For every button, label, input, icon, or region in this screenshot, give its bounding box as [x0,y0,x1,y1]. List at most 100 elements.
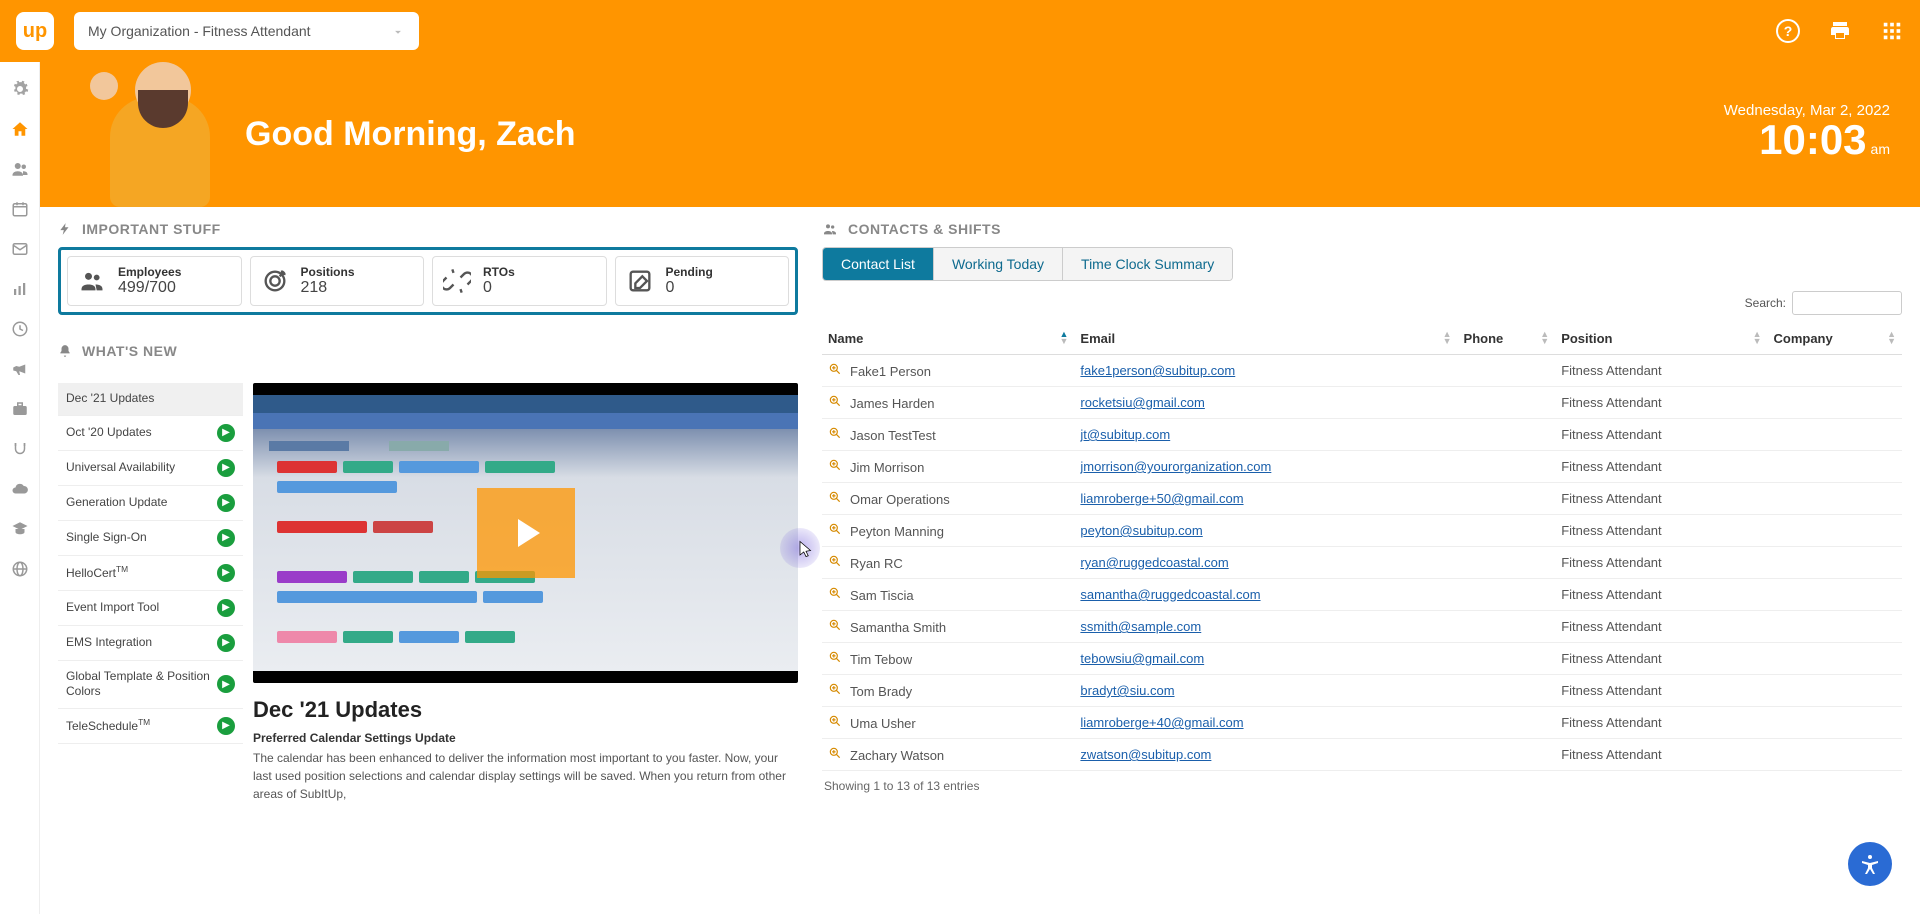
contacts-tabs: Contact List Working Today Time Clock Su… [822,247,1233,281]
magnify-icon[interactable] [828,522,842,536]
whats-new-item[interactable]: HelloCertTM▶ [58,556,243,591]
globe-icon[interactable] [11,560,29,578]
table-row: Samantha Smithssmith@sample.comFitness A… [822,611,1902,643]
col-company[interactable]: Company▲▼ [1767,323,1902,355]
edit-icon [626,267,654,295]
magnify-icon[interactable] [828,490,842,504]
whats-new-item[interactable]: EMS Integration▶ [58,626,243,661]
video-thumbnail[interactable] [253,383,798,683]
whats-new-item[interactable]: Single Sign-On ▶ [58,521,243,556]
cloud-icon[interactable] [11,480,29,498]
cell-email-link[interactable]: liamroberge+50@gmail.com [1080,491,1243,506]
magnify-icon[interactable] [828,682,842,696]
whats-new-item-label: Single Sign-On [66,530,147,546]
go-icon: ▶ [217,529,235,547]
cell-email-link[interactable]: ssmith@sample.com [1080,619,1201,634]
cell-position: Fitness Attendant [1555,419,1767,451]
col-name[interactable]: Name▲▼ [822,323,1074,355]
tab-contact-list[interactable]: Contact List [823,248,934,280]
magnify-icon[interactable] [828,746,842,760]
cell-email-link[interactable]: tebowsiu@gmail.com [1080,651,1204,666]
cell-email-link[interactable]: liamroberge+40@gmail.com [1080,715,1243,730]
whats-new-item[interactable]: Dec '21 Updates [58,383,243,416]
cell-company [1767,419,1902,451]
stat-pending[interactable]: Pending0 [615,256,790,306]
stat-rtos[interactable]: RTOs0 [432,256,607,306]
cell-position: Fitness Attendant [1555,643,1767,675]
whats-new-item-label: Generation Update [66,495,167,511]
svg-text:?: ? [1784,23,1793,39]
bell-icon [58,344,72,358]
magnify-icon[interactable] [828,618,842,632]
tab-time-clock[interactable]: Time Clock Summary [1063,248,1232,280]
cell-company [1767,451,1902,483]
magnify-icon[interactable] [828,394,842,408]
table-row: Fake1 Person fake1person@subitup.com Fitne… [822,355,1902,387]
print-icon[interactable] [1828,19,1852,43]
whats-new-item[interactable]: Event Import Tool▶ [58,591,243,626]
cell-email-link[interactable]: ryan@ruggedcoastal.com [1080,555,1228,570]
table-row: Jason TestTestjt@subitup.comFitness Atte… [822,419,1902,451]
table-row: Sam Tisciasamantha@ruggedcoastal.comFitn… [822,579,1902,611]
cell-email-link[interactable]: rocketsiu@gmail.com [1080,395,1204,410]
whats-new-item[interactable]: Universal Availability▶ [58,451,243,486]
play-button-icon[interactable] [477,488,575,578]
cell-email-link[interactable]: jt@subitup.com [1080,427,1170,442]
app-logo[interactable]: up [16,12,54,50]
col-phone[interactable]: Phone▲▼ [1458,323,1556,355]
go-icon: ▶ [217,599,235,617]
cell-email-link[interactable]: peyton@subitup.com [1080,523,1202,538]
envelope-icon[interactable] [11,240,29,258]
cell-phone [1458,675,1556,707]
cell-name: Samantha Smith [850,620,946,635]
whats-new-item[interactable]: Oct '20 Updates▶ [58,416,243,451]
magnify-icon[interactable] [828,554,842,568]
cell-name: Jim Morrison [850,460,924,475]
tab-working-today[interactable]: Working Today [934,248,1063,280]
stat-positions[interactable]: Positions218 [250,256,425,306]
whats-new-item[interactable]: Generation Update▶ [58,486,243,521]
magnet-icon[interactable] [11,440,29,458]
cell-position: Fitness Attendant [1555,355,1767,387]
greeting-text: Good Morning, Zach [245,115,576,154]
cell-email-link[interactable]: samantha@ruggedcoastal.com [1080,587,1260,602]
cell-email-link[interactable]: bradyt@siu.com [1080,683,1174,698]
stat-employees[interactable]: Employees499/700 [67,256,242,306]
col-email[interactable]: Email▲▼ [1074,323,1457,355]
calendar-icon[interactable] [11,200,29,218]
cell-email-link[interactable]: jmorrison@yourorganization.com [1080,459,1271,474]
magnify-icon[interactable] [828,362,842,376]
employees-icon [78,267,106,295]
cell-email-link[interactable]: zwatson@subitup.com [1080,747,1211,762]
accessibility-button[interactable] [1848,842,1892,886]
graduation-icon[interactable] [11,520,29,538]
home-icon[interactable] [11,120,29,138]
cell-company [1767,739,1902,771]
gear-icon[interactable] [11,80,29,98]
whats-new-item[interactable]: TeleScheduleTM▶ [58,709,243,744]
magnify-icon[interactable] [828,586,842,600]
search-input[interactable] [1792,291,1902,315]
clock-icon[interactable] [11,320,29,338]
table-row: Ryan RCryan@ruggedcoastal.comFitness Att… [822,547,1902,579]
briefcase-icon[interactable] [11,400,29,418]
megaphone-icon[interactable] [11,360,29,378]
magnify-icon[interactable] [828,426,842,440]
org-selector[interactable]: My Organization - Fitness Attendant [74,12,419,50]
whats-new-item[interactable]: Global Template & Position Colors▶ [58,661,243,709]
cell-company [1767,643,1902,675]
cell-name: Fake1 Person [850,364,931,379]
apps-grid-icon[interactable] [1880,19,1904,43]
magnify-icon[interactable] [828,458,842,472]
cell-company [1767,515,1902,547]
table-row: Omar Operationsliamroberge+50@gmail.comF… [822,483,1902,515]
cell-email-link[interactable]: fake1person@subitup.com [1080,363,1235,378]
magnify-icon[interactable] [828,650,842,664]
col-position[interactable]: Position▲▼ [1555,323,1767,355]
cell-position: Fitness Attendant [1555,451,1767,483]
help-icon[interactable]: ? [1776,19,1800,43]
cell-phone [1458,515,1556,547]
users-icon[interactable] [11,160,29,178]
chart-icon[interactable] [11,280,29,298]
magnify-icon[interactable] [828,714,842,728]
